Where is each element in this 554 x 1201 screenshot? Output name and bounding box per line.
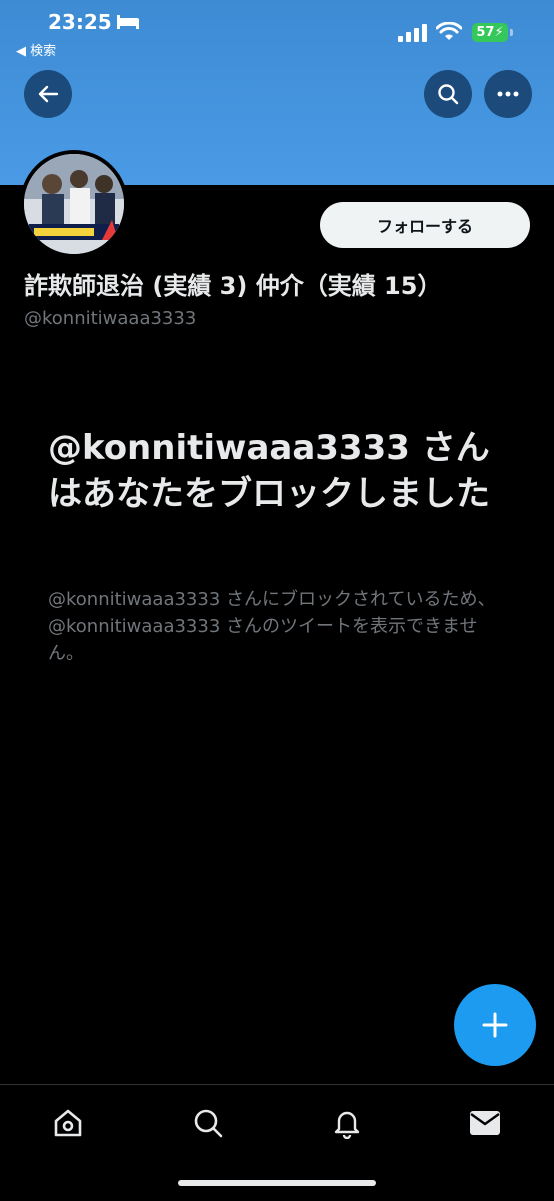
battery-tip — [510, 29, 513, 36]
arrow-left-icon — [38, 85, 59, 103]
home-icon — [54, 1109, 82, 1137]
profile-display-name: 詐欺師退治 (実績 3) 仲介（実績 15） — [24, 272, 442, 300]
blocked-description: @konnitiwaaa3333 さんにブロックされているため、@konniti… — [48, 589, 496, 664]
status-time: 23:25 — [48, 10, 112, 34]
avatar-image — [24, 154, 124, 254]
back-button[interactable] — [24, 70, 72, 118]
wifi-icon — [435, 21, 463, 46]
battery-level: 57 — [476, 25, 495, 40]
bell-icon — [334, 1111, 360, 1139]
battery-indicator: 57⚡ — [472, 23, 508, 42]
plus-icon — [482, 1012, 508, 1038]
signal-icon — [398, 24, 428, 46]
follow-button[interactable]: フォローする — [320, 202, 530, 248]
back-to-app-link[interactable]: ◀ 検索 — [16, 40, 56, 59]
nav-search[interactable] — [188, 1103, 228, 1143]
search-button[interactable] — [424, 70, 472, 118]
profile-handle: @konnitiwaaa3333 — [24, 308, 197, 329]
blocked-title: @konnitiwaaa3333 さんはあなたをブロックしました — [48, 428, 490, 514]
search-icon — [438, 84, 459, 105]
sleep-mode-icon — [116, 14, 140, 34]
home-indicator[interactable] — [178, 1180, 376, 1186]
compose-tweet-button[interactable] — [454, 984, 536, 1066]
nav-messages[interactable] — [465, 1103, 505, 1143]
search-icon — [194, 1109, 223, 1138]
mail-icon — [470, 1111, 500, 1135]
nav-notifications[interactable] — [327, 1103, 367, 1143]
avatar[interactable] — [20, 150, 128, 258]
nav-home[interactable] — [48, 1103, 88, 1143]
more-button[interactable] — [484, 70, 532, 118]
more-icon — [497, 91, 519, 97]
